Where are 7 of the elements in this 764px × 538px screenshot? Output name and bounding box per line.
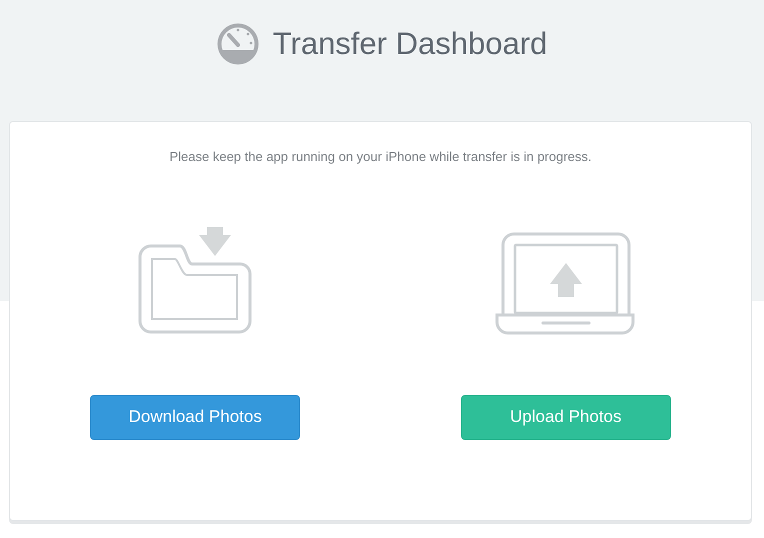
laptop-upload-icon: [494, 230, 637, 334]
upload-button[interactable]: Upload Photos: [460, 394, 671, 440]
notice-text: Please keep the app running on your iPhone while transfer is in progress.: [169, 148, 592, 166]
page-title: Transfer Dashboard: [272, 25, 548, 63]
download-button[interactable]: Download Photos: [90, 394, 300, 440]
folder-download-icon: [138, 226, 252, 334]
speedometer-icon: [216, 23, 259, 65]
